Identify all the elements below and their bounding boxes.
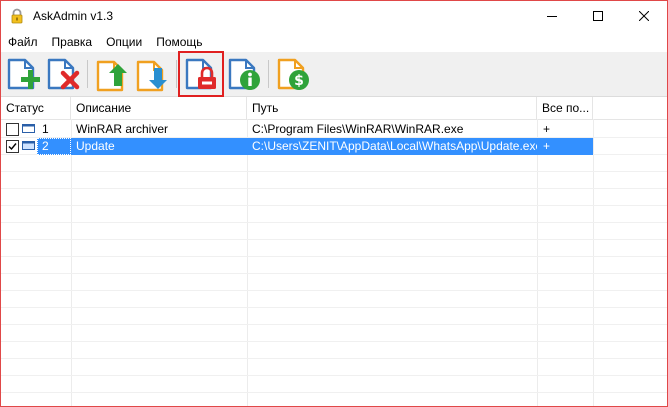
row-number: 2	[37, 138, 71, 155]
minimize-button[interactable]	[529, 1, 575, 31]
description-cell: WinRAR archiver	[76, 122, 169, 136]
import-icon	[96, 60, 127, 92]
header-description[interactable]: Описание	[71, 97, 247, 119]
grid-line	[1, 222, 667, 223]
close-button[interactable]	[621, 1, 667, 31]
add-button[interactable]	[4, 55, 42, 93]
donate-button[interactable]: $	[274, 55, 312, 93]
menu-help[interactable]: Помощь	[149, 35, 209, 49]
export-icon	[136, 60, 167, 92]
title-bar[interactable]: AskAdmin v1.3	[1, 1, 667, 31]
header-all-users[interactable]: Все по...	[537, 97, 593, 119]
grid-line	[1, 188, 667, 189]
path-cell: C:\Program Files\WinRAR\WinRAR.exe	[252, 122, 464, 136]
table-row[interactable]: 1 WinRAR archiver C:\Program Files\WinRA…	[1, 121, 667, 138]
path-cell: C:\Users\ZENIT\AppData\Local\WhatsApp\Up…	[247, 138, 537, 155]
close-icon	[639, 11, 649, 21]
svg-text:$: $	[294, 73, 304, 89]
toolbar-separator	[87, 60, 88, 88]
grid-line	[593, 119, 594, 406]
toolbar: $	[1, 51, 667, 97]
row-checkbox[interactable]	[6, 123, 19, 136]
padlock-app-icon	[11, 8, 23, 24]
description-cell: Update	[71, 138, 247, 155]
row-number: 1	[42, 122, 49, 136]
grid-line	[1, 171, 667, 172]
menu-options[interactable]: Опции	[99, 35, 149, 49]
status-cell: 1	[1, 121, 71, 138]
maximize-icon	[593, 11, 603, 21]
header-path[interactable]: Путь	[247, 97, 537, 119]
grid-line	[1, 273, 667, 274]
info-button[interactable]	[225, 55, 263, 93]
minimize-icon	[547, 16, 557, 17]
grid-line	[1, 256, 667, 257]
grid-line	[1, 341, 667, 342]
menu-file[interactable]: Файл	[1, 35, 45, 49]
lock-icon	[185, 58, 216, 90]
all-users-cell: +	[537, 138, 593, 155]
grid-line	[247, 119, 248, 406]
grid-line	[71, 119, 72, 406]
donate-icon: $	[277, 58, 309, 90]
row-checkbox[interactable]	[6, 140, 19, 153]
grid-line	[1, 324, 667, 325]
grid-line	[1, 205, 667, 206]
maximize-button[interactable]	[575, 1, 621, 31]
header-status[interactable]: Статус	[1, 97, 71, 119]
all-users-cell: +	[543, 122, 551, 136]
add-icon	[7, 58, 40, 90]
toolbar-separator	[268, 60, 269, 88]
lock-button[interactable]	[178, 51, 224, 97]
status-cell	[1, 138, 37, 155]
menu-edit[interactable]: Правка	[45, 35, 100, 49]
grid-line	[537, 119, 538, 406]
import-button[interactable]	[93, 55, 131, 93]
grid-line	[1, 307, 667, 308]
table-row[interactable]: 2 Update C:\Users\ZENIT\AppData\Local\Wh…	[1, 138, 667, 155]
remove-icon	[47, 58, 80, 90]
monitor-icon	[22, 141, 35, 150]
export-button[interactable]	[133, 55, 171, 93]
entries-table: Статус Описание Путь Все по... 1 WinRAR …	[1, 97, 667, 406]
table-header: Статус Описание Путь Все по...	[1, 97, 667, 120]
monitor-icon	[22, 124, 35, 133]
grid-line	[1, 290, 667, 291]
app-window: AskAdmin v1.3 Файл Правка Опции Помощь $…	[0, 0, 668, 407]
menu-bar: Файл Правка Опции Помощь	[1, 32, 667, 52]
remove-button[interactable]	[44, 55, 82, 93]
grid-line	[1, 358, 667, 359]
grid-line	[1, 375, 667, 376]
checkmark-icon	[8, 143, 17, 151]
grid-line	[1, 239, 667, 240]
window-title: AskAdmin v1.3	[33, 9, 114, 23]
toolbar-separator	[176, 60, 177, 88]
info-icon	[228, 58, 260, 90]
grid-line	[1, 392, 667, 393]
